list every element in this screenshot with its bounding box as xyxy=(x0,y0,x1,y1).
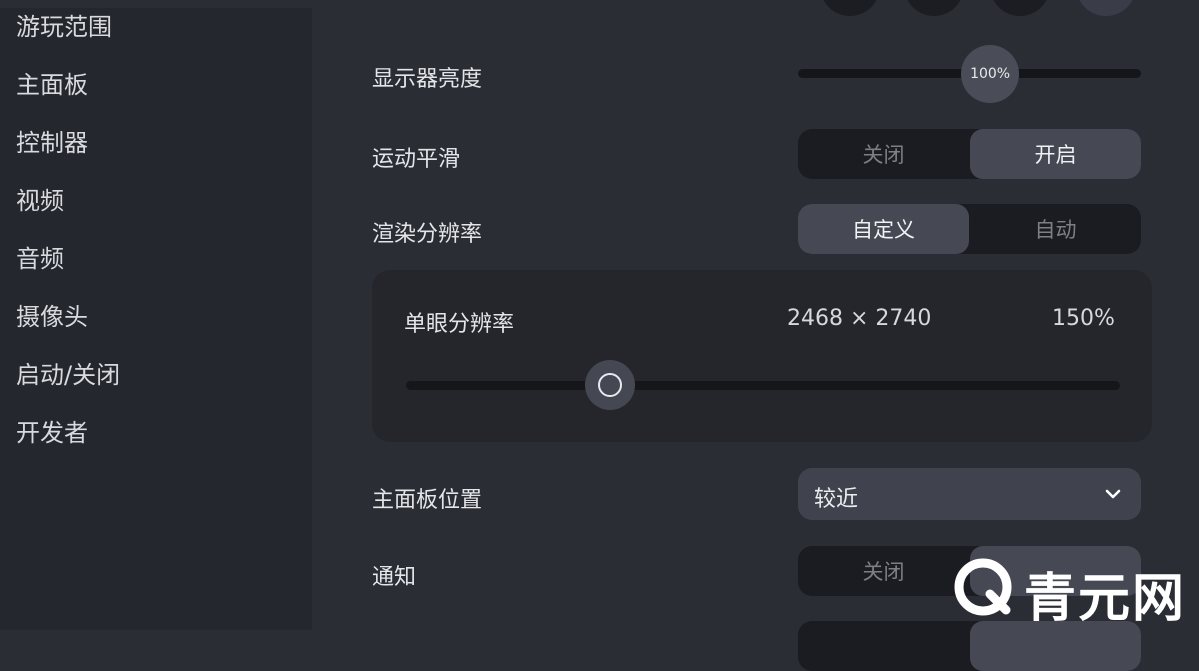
per-eye-resolution-percent: 150% xyxy=(1052,306,1115,331)
sidebar-item-audio[interactable]: 音频 xyxy=(16,239,64,274)
brightness-label: 显示器亮度 xyxy=(372,67,483,92)
option-button[interactable] xyxy=(990,0,1050,16)
brightness-slider-knob[interactable]: 100% xyxy=(961,45,1020,103)
settings-panel: 显示器亮度 100% 运动平滑 关闭 开启 渲染分辨率 自定义 自动 单眼分辨率… xyxy=(312,0,1199,671)
motion-smoothing-label: 运动平滑 xyxy=(372,147,461,172)
sidebar-item-controllers[interactable]: 控制器 xyxy=(16,123,88,158)
per-eye-resolution-slider-track[interactable] xyxy=(406,381,1120,390)
sidebar: 游玩范围 主面板 控制器 视频 音频 摄像头 启动/关闭 开发者 xyxy=(0,0,312,630)
sidebar-item-startup-shutdown[interactable]: 启动/关闭 xyxy=(16,355,120,390)
home-position-label: 主面板位置 xyxy=(372,488,483,513)
sidebar-item-developer[interactable]: 开发者 xyxy=(16,413,88,448)
option-button[interactable] xyxy=(904,0,964,16)
notifications-off[interactable]: 关闭 xyxy=(798,546,969,596)
motion-smoothing-toggle: 关闭 开启 xyxy=(798,129,1141,179)
per-eye-resolution-label: 单眼分辨率 xyxy=(404,312,515,337)
sidebar-item-video[interactable]: 视频 xyxy=(16,181,64,216)
option-button[interactable] xyxy=(820,0,880,16)
per-eye-resolution-slider-knob[interactable] xyxy=(585,360,635,410)
watermark-text: 青元网 xyxy=(1024,569,1187,629)
sidebar-item-home[interactable]: 主面板 xyxy=(16,65,88,100)
per-eye-resolution-panel: 单眼分辨率 2468 × 2740 150% xyxy=(372,270,1152,442)
home-position-value: 较近 xyxy=(814,487,859,512)
slider-knob-ring-icon xyxy=(598,373,622,397)
watermark: 青元网 xyxy=(948,548,1193,629)
motion-smoothing-off[interactable]: 关闭 xyxy=(798,129,969,179)
watermark-logo-icon xyxy=(954,558,1012,616)
render-resolution-auto[interactable]: 自动 xyxy=(970,204,1141,254)
home-position-dropdown[interactable]: 较近 xyxy=(798,468,1141,520)
render-resolution-label: 渲染分辨率 xyxy=(372,222,483,247)
per-eye-resolution-value: 2468 × 2740 xyxy=(787,306,932,331)
sidebar-item-play-area[interactable]: 游玩范围 xyxy=(16,7,112,42)
chevron-down-icon xyxy=(1105,489,1121,499)
notifications-label: 通知 xyxy=(372,565,417,590)
motion-smoothing-on[interactable]: 开启 xyxy=(970,129,1141,179)
option-button-selected[interactable] xyxy=(1076,0,1136,16)
render-resolution-custom[interactable]: 自定义 xyxy=(798,204,969,254)
sidebar-item-camera[interactable]: 摄像头 xyxy=(16,297,88,332)
render-resolution-toggle: 自定义 自动 xyxy=(798,204,1141,254)
